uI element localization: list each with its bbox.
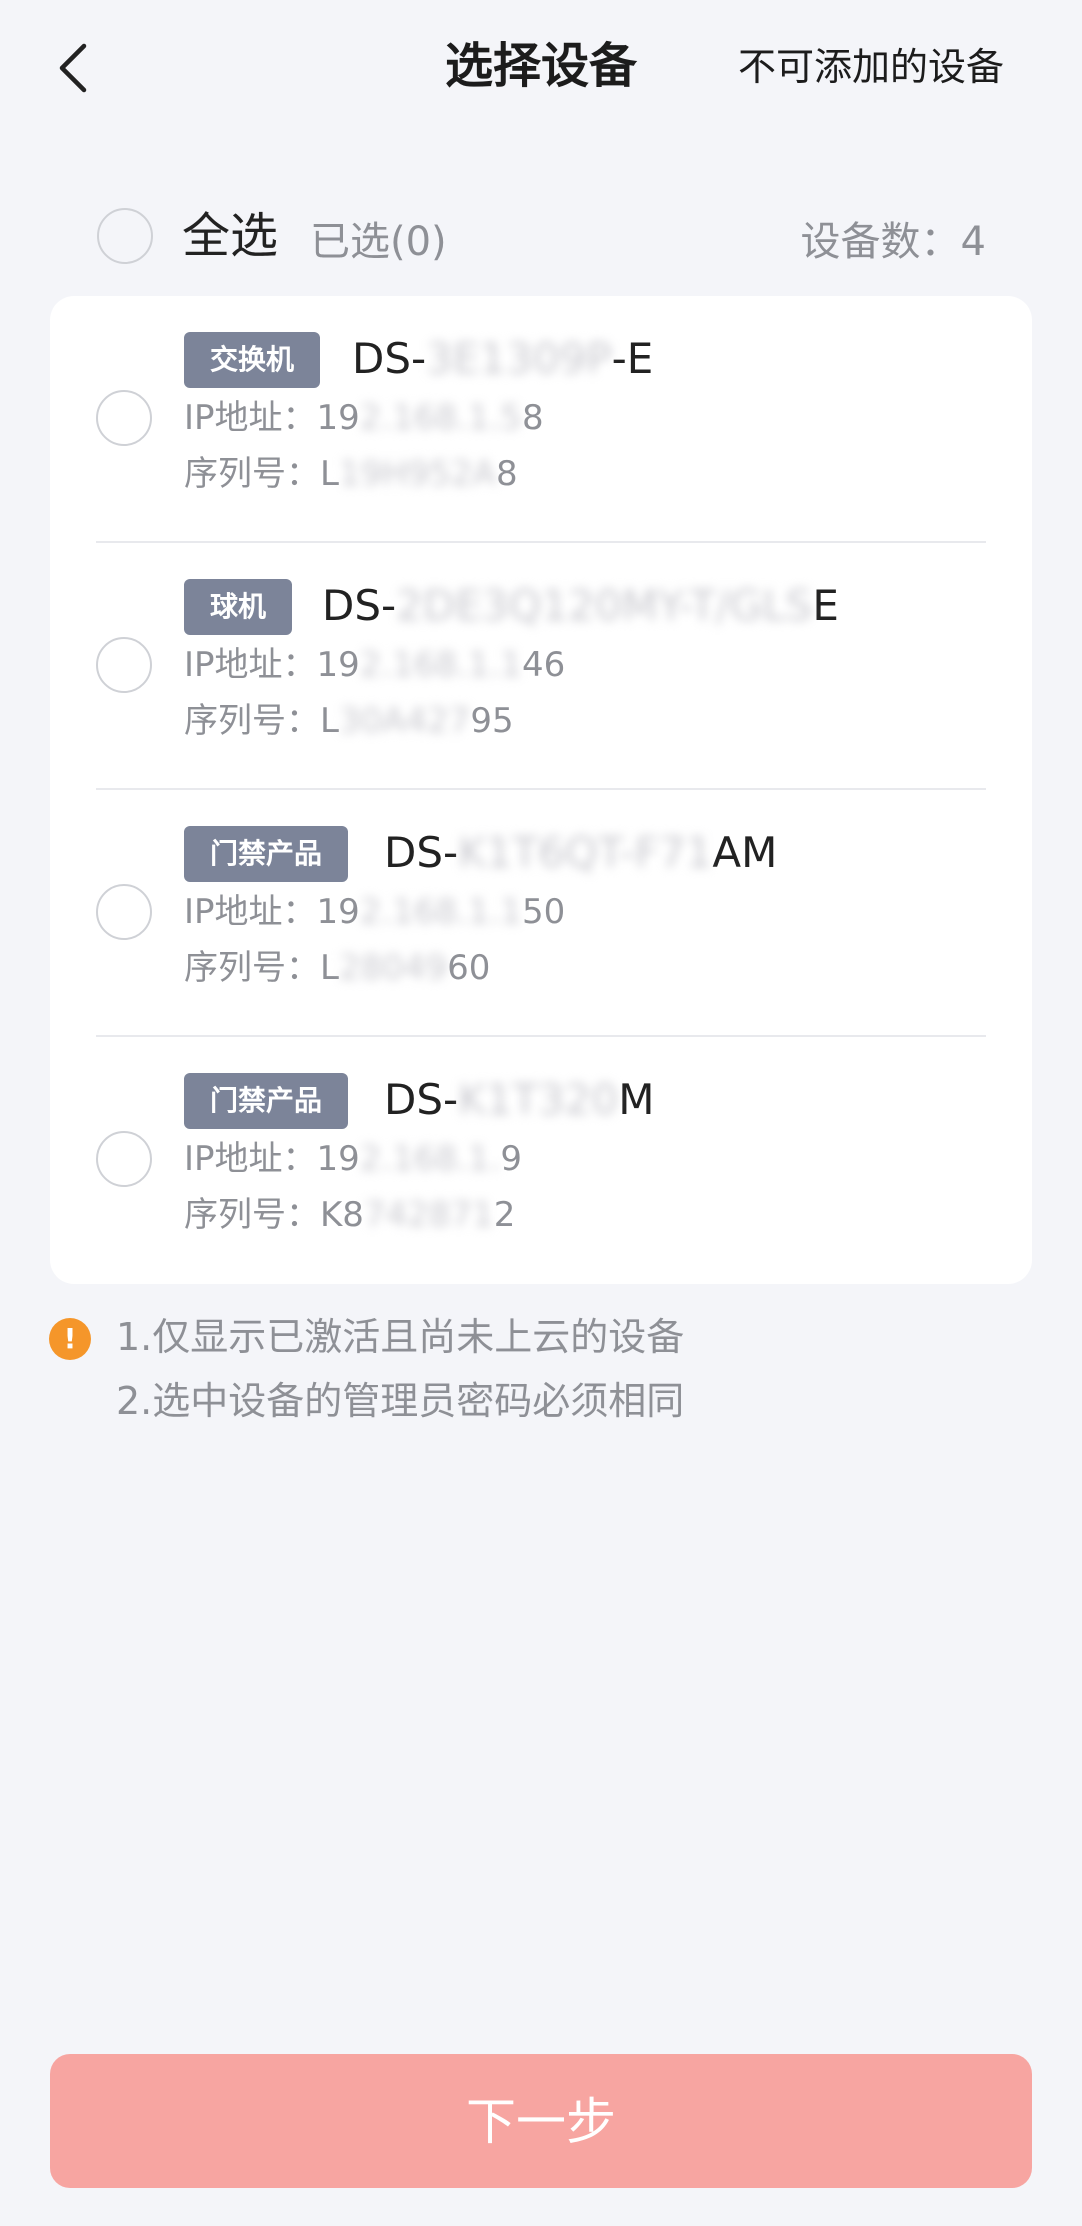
select-all-label[interactable]: 全选	[182, 206, 278, 266]
device-radio[interactable]	[96, 390, 152, 446]
device-ip: IP地址：192.168.1.150	[184, 892, 566, 932]
unaddable-devices-link[interactable]: 不可添加的设备	[738, 42, 1004, 92]
device-ip: IP地址：192.168.1.58	[184, 398, 544, 438]
device-item[interactable]: 交换机 DS-3E1309P-E IP地址：192.168.1.58 序列号：L…	[50, 296, 1032, 543]
device-type-badge: 球机	[184, 579, 293, 635]
next-step-button[interactable]: 下一步	[50, 2054, 1032, 2188]
device-model: DS-2DE3Q120MY-T/GLSE	[322, 581, 839, 630]
select-all-radio[interactable]	[97, 208, 153, 264]
device-model: DS-K1T6QT-F71AM	[384, 828, 778, 877]
device-item[interactable]: 门禁产品 DS-K1T6QT-F71AM IP地址：192.168.1.150 …	[50, 790, 1032, 1037]
device-radio[interactable]	[96, 637, 152, 693]
device-ip: IP地址：192.168.1.146	[184, 645, 566, 685]
device-list-card: 交换机 DS-3E1309P-E IP地址：192.168.1.58 序列号：L…	[50, 296, 1032, 1284]
device-item[interactable]: 门禁产品 DS-K1T320M IP地址：192.168.1.9 序列号：K87…	[50, 1037, 1032, 1284]
device-radio[interactable]	[96, 884, 152, 940]
device-count: 设备数：4	[800, 219, 986, 265]
warning-icon: !	[49, 1318, 91, 1360]
device-type-badge: 门禁产品	[184, 1073, 349, 1129]
device-model: DS-3E1309P-E	[352, 334, 654, 383]
notice-line-1: 1.仅显示已激活且尚未上云的设备	[116, 1315, 685, 1359]
device-serial: 序列号：L19H952A8	[184, 454, 518, 494]
notice-line-2: 2.选中设备的管理员密码必须相同	[116, 1379, 685, 1423]
device-serial: 序列号：K87428712	[184, 1195, 516, 1235]
device-serial: 序列号：L2804960	[184, 948, 491, 988]
device-model: DS-K1T320M	[384, 1075, 655, 1124]
device-ip: IP地址：192.168.1.9	[184, 1139, 523, 1179]
device-type-badge: 门禁产品	[184, 826, 349, 882]
device-serial: 序列号：L30A42795	[184, 701, 514, 741]
device-item[interactable]: 球机 DS-2DE3Q120MY-T/GLSE IP地址：192.168.1.1…	[50, 543, 1032, 790]
selected-count: 已选(0)	[310, 219, 447, 265]
device-radio[interactable]	[96, 1131, 152, 1187]
device-type-badge: 交换机	[184, 332, 321, 388]
